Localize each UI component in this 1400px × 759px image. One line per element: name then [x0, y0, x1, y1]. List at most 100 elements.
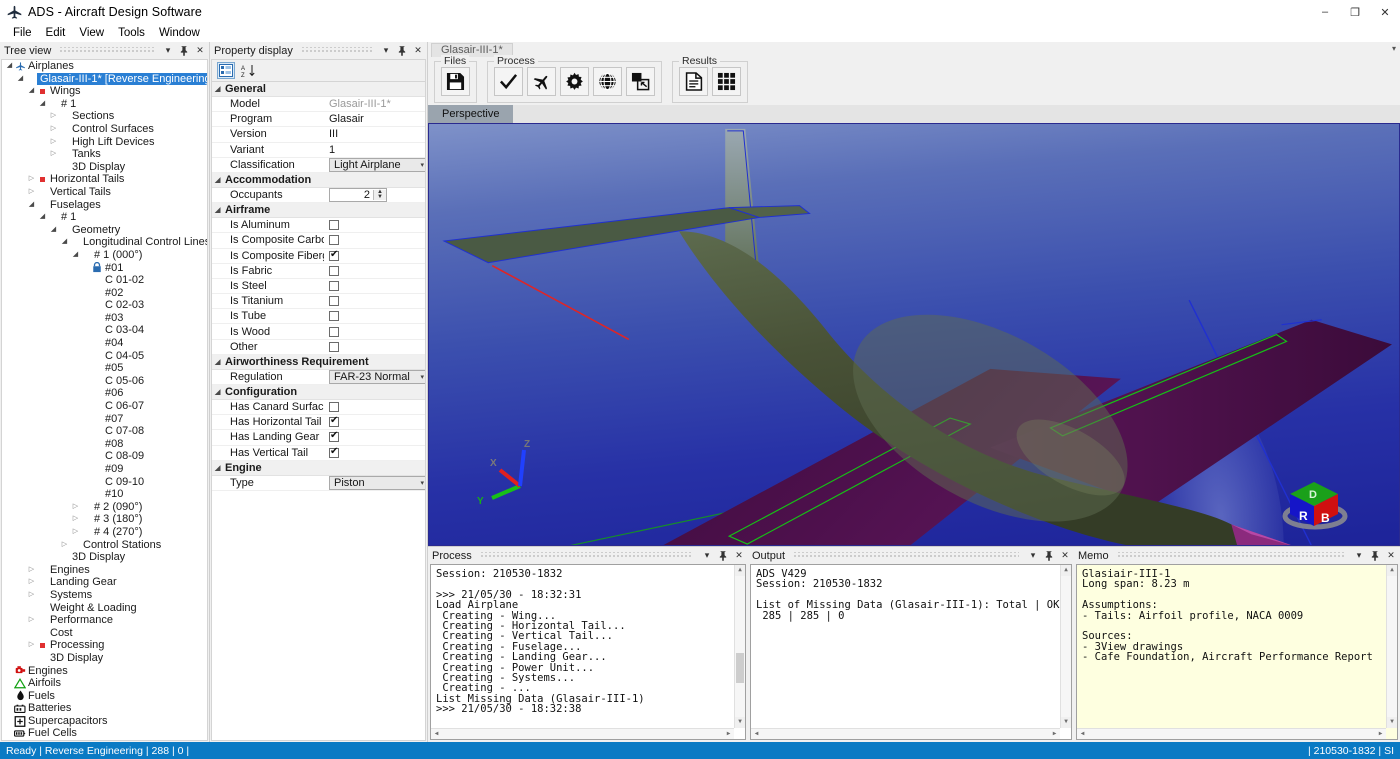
- process-horizontal-scrollbar[interactable]: ◀ ▶: [431, 728, 734, 739]
- property-group-header[interactable]: ◢ Airworthiness Requirement: [212, 354, 425, 370]
- tree-item[interactable]: #08: [2, 438, 207, 451]
- tree-item[interactable]: #05: [2, 362, 207, 375]
- scroll-left-icon[interactable]: ◀: [431, 729, 442, 739]
- close-icon[interactable]: ✕: [733, 549, 745, 563]
- scroll-up-icon[interactable]: ▲: [1061, 565, 1071, 576]
- tree-item[interactable]: C 08-09: [2, 450, 207, 463]
- chevron-down-icon[interactable]: ◢: [215, 206, 225, 214]
- tree-item[interactable]: Tires: [2, 740, 207, 741]
- chevron-down-icon[interactable]: ◢: [5, 60, 14, 73]
- scroll-left-icon[interactable]: ◀: [751, 729, 762, 739]
- number-stepper[interactable]: 2 ▲ ▼: [329, 188, 387, 203]
- report-button[interactable]: [679, 67, 708, 96]
- tree-item[interactable]: Fuel Cells: [2, 727, 207, 740]
- checkbox[interactable]: [329, 311, 339, 322]
- chevron-right-icon[interactable]: ▷: [27, 614, 36, 627]
- process-vertical-scrollbar[interactable]: ▲ ▼: [734, 565, 745, 728]
- chevron-right-icon[interactable]: ▷: [71, 526, 80, 539]
- chevron-right-icon[interactable]: ▷: [49, 136, 58, 149]
- chevron-down-icon[interactable]: ▾: [416, 479, 424, 487]
- close-icon[interactable]: ✕: [1059, 549, 1071, 563]
- drag-handle[interactable]: [793, 552, 1019, 559]
- checkbox[interactable]: [329, 326, 339, 337]
- chevron-down-icon[interactable]: ◢: [71, 249, 80, 262]
- dropdown[interactable]: Piston ▾: [329, 475, 425, 490]
- tree-item[interactable]: ▷ Horizontal Tails: [2, 173, 207, 186]
- drag-handle[interactable]: [59, 47, 154, 54]
- menu-item-edit[interactable]: Edit: [39, 26, 73, 40]
- categorized-view-button[interactable]: [217, 62, 235, 79]
- tree-item[interactable]: ◢ # 1: [2, 211, 207, 224]
- tree-item[interactable]: 3D Display: [2, 161, 207, 174]
- chevron-right-icon[interactable]: ▷: [27, 639, 36, 652]
- property-value[interactable]: 1: [324, 144, 425, 156]
- output-console[interactable]: ADS V429 Session: 210530-1832 List of Mi…: [750, 564, 1072, 740]
- navigation-cube[interactable]: R B D: [1276, 470, 1354, 532]
- property-value[interactable]: Glasair-III-1*: [324, 98, 425, 110]
- tree-item[interactable]: ▷ High Lift Devices: [2, 136, 207, 149]
- scroll-down-icon[interactable]: ▼: [735, 717, 745, 728]
- pin-icon[interactable]: [717, 549, 729, 563]
- dropdown[interactable]: Light Airplane ▾: [329, 157, 425, 172]
- tree-item[interactable]: ◢ Airplanes: [2, 60, 207, 73]
- stepper-value[interactable]: 2: [330, 189, 373, 201]
- tree-view-body[interactable]: ◢ Airplanes ◢ Glasair-III-1* [Reverse Engin…: [1, 59, 208, 741]
- process-console[interactable]: Session: 210530-1832 >>> 21/05/30 - 18:3…: [430, 564, 746, 740]
- checkbox[interactable]: [329, 220, 339, 231]
- chevron-right-icon[interactable]: ▷: [49, 148, 58, 161]
- chevron-down-icon[interactable]: ◢: [27, 199, 36, 212]
- chevron-right-icon[interactable]: ▷: [27, 576, 36, 589]
- menu-item-file[interactable]: File: [6, 26, 39, 40]
- tree-item[interactable]: Supercapacitors: [2, 715, 207, 728]
- tree-item[interactable]: ◢ # 1 (000°): [2, 249, 207, 262]
- tree-item[interactable]: ▷ # 4 (270°): [2, 526, 207, 539]
- chevron-down-icon[interactable]: ◢: [215, 85, 225, 93]
- chevron-right-icon[interactable]: ▷: [71, 501, 80, 514]
- pin-icon[interactable]: [396, 44, 408, 58]
- close-icon[interactable]: ✕: [1385, 549, 1397, 563]
- tree-item[interactable]: #03: [2, 312, 207, 325]
- scroll-right-icon[interactable]: ▶: [1375, 729, 1386, 739]
- tree-item[interactable]: ▷ Control Surfaces: [2, 123, 207, 136]
- chevron-down-icon[interactable]: ▾: [1353, 549, 1365, 563]
- check-button[interactable]: [494, 67, 523, 96]
- tree-item[interactable]: ▷ Engines: [2, 564, 207, 577]
- tree-item[interactable]: Airfoils: [2, 677, 207, 690]
- tree-item[interactable]: ◢ Wings: [2, 85, 207, 98]
- globe-button[interactable]: [593, 67, 622, 96]
- drag-handle[interactable]: [1116, 552, 1345, 559]
- chevron-right-icon[interactable]: ▷: [71, 513, 80, 526]
- tree-item[interactable]: #07: [2, 413, 207, 426]
- checkbox[interactable]: [329, 249, 339, 261]
- compare-button[interactable]: [626, 67, 655, 96]
- chevron-down-icon[interactable]: ▾: [162, 44, 174, 58]
- checkbox[interactable]: [329, 430, 339, 443]
- tree-item[interactable]: ▷ Vertical Tails: [2, 186, 207, 199]
- tree-item[interactable]: #02: [2, 287, 207, 300]
- menu-item-tools[interactable]: Tools: [111, 26, 152, 40]
- chevron-down-icon[interactable]: ◢: [60, 236, 69, 249]
- scroll-right-icon[interactable]: ▶: [1049, 729, 1060, 739]
- tree-item[interactable]: #09: [2, 463, 207, 476]
- airplane-button[interactable]: [527, 67, 556, 96]
- checkbox[interactable]: [329, 235, 339, 246]
- scroll-up-icon[interactable]: ▲: [735, 565, 745, 576]
- minimize-button[interactable]: –: [1310, 0, 1340, 24]
- tree-item[interactable]: ◢ Glasair-III-1* [Reverse Engineering]: [2, 72, 207, 86]
- tree-item[interactable]: #04: [2, 337, 207, 350]
- close-icon[interactable]: ✕: [194, 44, 206, 58]
- tab-perspective[interactable]: Perspective: [428, 105, 514, 123]
- output-horizontal-scrollbar[interactable]: ◀ ▶: [751, 728, 1060, 739]
- property-group-header[interactable]: ◢ Airframe: [212, 203, 425, 219]
- chevron-down-icon[interactable]: ◢: [38, 98, 47, 111]
- chevron-down-icon[interactable]: ▾: [701, 549, 713, 563]
- property-group-header[interactable]: ◢ Engine: [212, 460, 425, 476]
- memo-vertical-scrollbar[interactable]: ▲ ▼: [1386, 565, 1397, 728]
- menu-item-window[interactable]: Window: [152, 26, 207, 40]
- property-group-header[interactable]: ◢ Accommodation: [212, 172, 425, 188]
- tree-item[interactable]: ▷ Sections: [2, 110, 207, 123]
- close-icon[interactable]: ✕: [412, 44, 424, 58]
- chevron-down-icon[interactable]: ◢: [49, 224, 58, 237]
- tree-item[interactable]: C 06-07: [2, 400, 207, 413]
- stepper-arrows[interactable]: ▲ ▼: [373, 189, 386, 201]
